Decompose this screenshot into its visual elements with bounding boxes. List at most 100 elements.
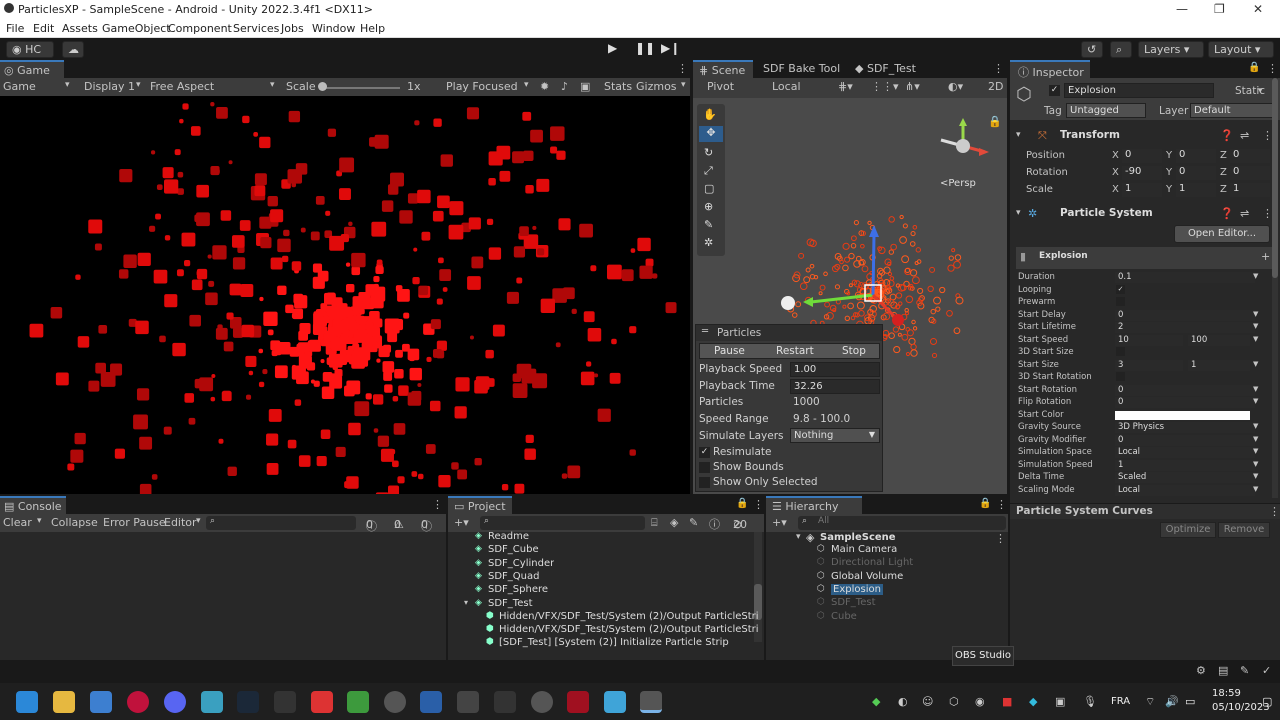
ps-value-field[interactable]: Local <box>1115 484 1255 496</box>
hierarchy-item[interactable]: Explosion <box>831 583 883 595</box>
project-item[interactable]: SDF_Sphere <box>488 584 548 595</box>
play-icon[interactable]: ▶ <box>608 41 617 55</box>
module-header[interactable]: ▮ Explosion + <box>1016 247 1274 269</box>
layout-dropdown[interactable]: Layout ▾ <box>1208 41 1274 58</box>
object-name-field[interactable]: Explosion <box>1064 83 1214 98</box>
battery-icon[interactable]: ▭ <box>1185 695 1195 708</box>
unreal-icon[interactable] <box>494 691 516 713</box>
ps-value-field[interactable]: Scaled <box>1115 472 1255 483</box>
tab-sdf-bake-tool[interactable]: SDF Bake Tool <box>763 60 840 78</box>
ps-value-field[interactable]: 0 <box>1115 434 1255 446</box>
pivot-dropdown[interactable]: Pivot <box>707 80 734 93</box>
show-bounds-checkbox[interactable] <box>699 462 710 473</box>
gizmos-dropdown[interactable]: Gizmos <box>636 80 677 93</box>
clear-button[interactable]: Clear <box>3 516 32 529</box>
scale-tool-icon[interactable]: ⤢ <box>704 164 713 178</box>
ps-checkbox[interactable] <box>1116 297 1125 306</box>
project-item[interactable]: SDF_Cube <box>488 544 539 555</box>
optimize-button[interactable]: Optimize <box>1160 522 1216 538</box>
project-item[interactable]: [SDF_Test] [System (2)] Initialize Parti… <box>499 637 729 648</box>
preset-icon[interactable]: ⇌ <box>1240 129 1249 142</box>
tab-sdf-test[interactable]: ◆ SDF_Test <box>855 60 916 78</box>
hierarchy-search-input[interactable]: ⌕ All <box>798 516 1006 530</box>
ps-value-field[interactable]: 3 <box>1115 359 1183 371</box>
warning-filter-icon[interactable]: ⓘ <box>709 516 720 532</box>
collapse-button[interactable]: Collapse <box>51 516 98 529</box>
hierarchy-item[interactable]: Global Volume <box>831 571 903 582</box>
transform-header[interactable]: ▾ ⤧ Transform ❓ ⇌ ⋮ <box>1010 128 1280 144</box>
cloud-button[interactable]: ☁ <box>62 41 84 58</box>
project-item[interactable]: SDF_Cylinder <box>488 558 554 569</box>
inspector-scroll-thumb[interactable] <box>1272 78 1278 278</box>
game-viewport[interactable] <box>0 96 690 494</box>
particle-system-header[interactable]: ▾ ✲ Particle System ❓ ⇌ ⋮ <box>1010 206 1280 222</box>
open-editor-button[interactable]: Open Editor... <box>1174 225 1270 243</box>
xbox-icon[interactable] <box>384 691 406 713</box>
history-button[interactable]: ↺ <box>1081 41 1103 58</box>
tag-dropdown[interactable]: Untagged <box>1066 103 1146 118</box>
local-dropdown[interactable]: Local <box>772 80 801 93</box>
hand-tool-icon[interactable]: ✋ <box>703 108 717 121</box>
menu-assets[interactable]: Assets <box>62 22 98 35</box>
show-only-selected-checkbox[interactable] <box>699 477 710 488</box>
playback-speed-field[interactable]: 1.00 <box>790 362 880 377</box>
active-checkbox[interactable]: ✓ <box>1049 85 1060 96</box>
pause-icon[interactable]: ❚❚ <box>635 41 655 55</box>
stats-button[interactable]: Stats <box>604 80 632 93</box>
project-item[interactable]: SDF_Test <box>488 598 533 609</box>
clock-time[interactable]: 18:59 <box>1212 688 1241 699</box>
ps-value-field[interactable]: 2 <box>1115 322 1255 333</box>
add-icon[interactable]: +▾ <box>454 516 469 529</box>
ps-value-field[interactable]: Local <box>1115 447 1255 458</box>
ps-value-field[interactable]: 0.1 <box>1115 272 1255 283</box>
progress-icon[interactable]: ⚙ <box>1196 664 1206 677</box>
ps-value-field[interactable]: 0 <box>1115 397 1255 408</box>
project-item[interactable]: Hidden/VFX/SDF_Test/System (2)/Output Pa… <box>499 611 758 622</box>
particle-tool-icon[interactable]: ✲ <box>704 236 713 249</box>
ps-value-field[interactable]: 3D Physics <box>1115 422 1255 433</box>
file-explorer-icon[interactable] <box>53 691 75 713</box>
vsync-icon[interactable]: ▣ <box>580 80 590 93</box>
notepad-icon[interactable] <box>90 691 112 713</box>
remote-desktop-icon[interactable] <box>604 691 626 713</box>
game-mode-dropdown[interactable]: Game <box>3 80 36 93</box>
tab-hierarchy[interactable]: ☰ Hierarchy <box>766 496 862 514</box>
inspector-scrollbar[interactable] <box>1272 78 1278 498</box>
help-icon[interactable]: ❓ <box>1220 207 1234 220</box>
epic-games-icon[interactable] <box>274 691 296 713</box>
volume-icon[interactable]: 🔊 <box>1165 695 1179 708</box>
project-item[interactable]: Hidden/VFX/SDF_Test/System (2)/Output Pa… <box>499 624 758 635</box>
transform-scale-x-field[interactable]: 1 <box>1122 183 1162 197</box>
hierarchy-item[interactable]: SDF_Test <box>831 597 876 608</box>
transform-position-z-field[interactable]: 0 <box>1230 149 1270 163</box>
pause-button[interactable]: Pause <box>714 345 745 357</box>
media-icon[interactable] <box>567 691 589 713</box>
transform-position-x-field[interactable]: 0 <box>1122 149 1162 163</box>
ps-value-field[interactable]: 0 <box>1115 384 1255 396</box>
maximize-icon[interactable]: ❐ <box>1214 2 1225 16</box>
debug-icon[interactable]: ✎ <box>1240 664 1249 677</box>
snap-icon[interactable]: ⋮⋮▾ <box>871 80 899 93</box>
tab-menu-icon[interactable]: ⋮ <box>993 62 1004 75</box>
lock-icon[interactable]: 🔒 <box>1248 62 1260 73</box>
stop-button[interactable]: Stop <box>842 345 866 357</box>
ps-value-field[interactable]: 0 <box>1115 309 1255 321</box>
tray-shield-icon[interactable]: ◆ <box>1029 695 1037 708</box>
lock-icon[interactable]: 🔒 <box>979 498 991 509</box>
ps-value-field-max[interactable]: 1 <box>1188 359 1250 371</box>
step-icon[interactable]: ▶❙ <box>661 41 680 55</box>
foldout-icon[interactable]: ▾ <box>464 598 468 607</box>
opera-icon[interactable] <box>127 691 149 713</box>
preset-icon[interactable]: ⇌ <box>1240 207 1249 220</box>
tray-c-icon[interactable]: ◐ <box>898 695 908 708</box>
scene-menu-icon[interactable]: ⋮ <box>995 532 1006 545</box>
minimize-icon[interactable]: — <box>1176 2 1188 16</box>
orientation-gizmo[interactable] <box>933 116 991 172</box>
move-tool-icon[interactable]: ✥ <box>699 126 723 142</box>
tab-menu-icon[interactable]: ⋮ <box>1267 62 1278 75</box>
tab-project[interactable]: ▭ Project <box>448 496 512 514</box>
wifi-icon[interactable]: ⌔ <box>1145 695 1155 709</box>
layers-dropdown[interactable]: Layers ▾ <box>1138 41 1204 58</box>
remove-button[interactable]: Remove <box>1218 522 1270 538</box>
tab-console[interactable]: ▤ Console <box>0 496 66 514</box>
